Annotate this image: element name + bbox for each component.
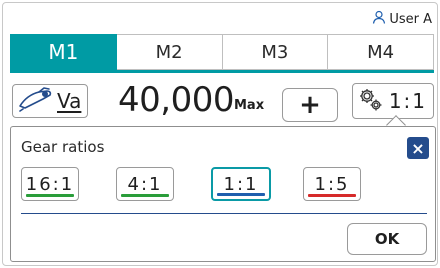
- increase-speed-button[interactable]: +: [282, 88, 338, 122]
- gear-ratio-button[interactable]: 1:1: [352, 83, 434, 119]
- tab-m1[interactable]: M1: [10, 34, 117, 70]
- gear-ratio-option-1-5[interactable]: 1:5: [303, 167, 361, 201]
- ratio-color-bar: [26, 194, 74, 197]
- speed-limit-label: Max: [234, 98, 265, 113]
- ratio-color-bar: [121, 194, 169, 197]
- ok-button[interactable]: OK: [347, 223, 427, 255]
- tab-m4[interactable]: M4: [328, 34, 434, 70]
- gear-ratio-value: 1:1: [388, 89, 427, 113]
- popup-title: Gear ratios: [21, 138, 105, 156]
- mode-label: Va: [57, 89, 82, 113]
- close-button[interactable]: ×: [407, 137, 429, 159]
- tab-m2[interactable]: M2: [116, 34, 223, 70]
- gear-ratio-popup: Gear ratios × 16:1 4:1 1:1 1:5 OK: [10, 126, 436, 262]
- person-icon: [372, 10, 386, 28]
- gear-ratio-option-16-1[interactable]: 16:1: [21, 167, 79, 201]
- gear-ratio-option-label: 1:1: [223, 173, 259, 195]
- gear-icon: [357, 86, 383, 116]
- gear-ratio-option-label: 16:1: [25, 173, 75, 195]
- gear-ratio-option-1-1[interactable]: 1:1: [211, 167, 271, 201]
- tabs-underline: [10, 70, 434, 73]
- user-indicator[interactable]: User A: [372, 10, 432, 28]
- motor-tabs: M1 M2 M3 M4: [10, 34, 434, 70]
- handpiece-icon: [17, 86, 55, 116]
- ratio-color-bar: [217, 193, 265, 196]
- popup-divider: [21, 213, 427, 214]
- ratio-color-bar: [308, 194, 356, 197]
- mode-button[interactable]: Va: [12, 84, 88, 118]
- user-name: User A: [389, 11, 432, 27]
- speed-value: 40,000: [118, 80, 234, 120]
- gear-ratio-option-label: 4:1: [127, 173, 163, 195]
- tab-m3[interactable]: M3: [222, 34, 329, 70]
- gear-ratio-option-4-1[interactable]: 4:1: [116, 167, 174, 201]
- gear-ratio-option-label: 1:5: [314, 173, 350, 195]
